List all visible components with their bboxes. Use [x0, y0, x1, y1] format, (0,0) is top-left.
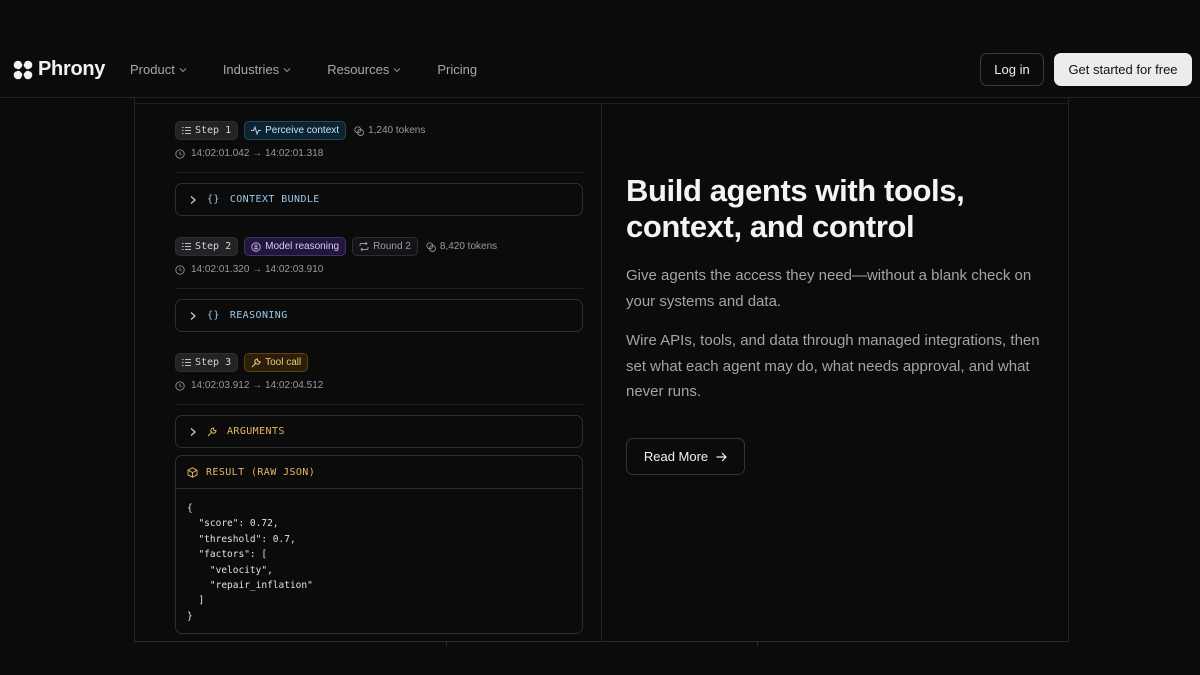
step-2-header: Step 2 Model reasoning Round 2 8,420 tok… — [175, 237, 497, 256]
wrench-icon — [251, 357, 261, 367]
cube-icon — [187, 466, 198, 478]
action-label: Perceive context — [265, 125, 340, 136]
step-3-time: 14:02:03.912 → 14:02:04.512 — [175, 380, 323, 391]
login-button[interactable]: Log in — [980, 53, 1044, 86]
time-range: 14:02:01.042 → 14:02:01.318 — [191, 148, 324, 159]
step-label: Step 2 — [195, 241, 232, 252]
result-label: RESULT (RAW JSON) — [206, 466, 316, 478]
token-count: 1,240 tokens — [354, 125, 425, 136]
section-label: REASONING — [229, 310, 288, 321]
action-badge: Perceive context — [244, 121, 347, 140]
result-header: RESULT (RAW JSON) — [176, 456, 582, 489]
time-range: 14:02:03.912 → 14:02:04.512 — [191, 380, 324, 391]
step-1-time: 14:02:01.042 → 14:02:01.318 — [175, 148, 323, 159]
action-badge: Model reasoning — [244, 237, 347, 256]
clock-icon — [175, 380, 185, 391]
step-badge: Step 3 — [175, 353, 239, 372]
repeat-icon — [359, 242, 369, 251]
read-more-label: Read More — [643, 449, 709, 464]
nav-resources-label: Resources — [327, 62, 390, 77]
brand-name: Phrony — [38, 58, 106, 80]
nav-industries-label: Industries — [222, 62, 280, 77]
nav-pricing[interactable]: Pricing — [437, 62, 477, 77]
braces-icon: {} — [207, 194, 220, 205]
phrony-logo-icon — [12, 58, 34, 81]
activity-icon — [251, 126, 262, 135]
hero-paragraph-1: Give agents the access they need—without… — [626, 267, 1032, 310]
chevron-right-icon — [190, 427, 196, 436]
list-icon — [182, 127, 191, 134]
nav-resources[interactable]: Resources — [327, 62, 401, 77]
context-bundle-toggle[interactable]: {} CONTEXT BUNDLE — [175, 183, 583, 216]
arrow-right-icon — [716, 452, 728, 461]
frame-tick — [757, 641, 758, 647]
panel-divider — [601, 104, 602, 642]
divider — [175, 288, 583, 289]
step-badge: Step 2 — [175, 237, 239, 256]
brand-logo[interactable]: Phrony — [12, 58, 105, 81]
nav-pricing-label: Pricing — [437, 62, 478, 77]
action-label: Model reasoning — [265, 241, 340, 252]
hero-paragraph-2: Wire APIs, tools, and data through manag… — [626, 332, 1040, 400]
time-range: 14:02:01.320 → 14:02:03.910 — [191, 264, 324, 275]
divider — [175, 172, 583, 173]
top-navbar: Phrony Product Industries Resources Pric… — [0, 0, 1200, 98]
coins-icon — [354, 125, 365, 136]
step-1-header: Step 1 Perceive context 1,240 tokens — [175, 121, 425, 140]
chevron-down-icon — [393, 67, 401, 72]
action-label: Tool call — [265, 357, 302, 368]
coins-icon — [426, 241, 436, 252]
token-count: 8,420 tokens — [426, 241, 497, 252]
brain-icon — [251, 241, 261, 252]
step-label: Step 1 — [195, 125, 232, 136]
braces-icon: {} — [207, 310, 220, 321]
step-2-time: 14:02:01.320 → 14:02:03.910 — [175, 264, 323, 275]
list-icon — [182, 359, 191, 366]
chevron-down-icon — [283, 67, 291, 72]
action-badge: Tool call — [244, 353, 309, 372]
clock-icon — [175, 148, 185, 159]
step-3-header: Step 3 Tool call — [175, 353, 309, 372]
result-panel: RESULT (RAW JSON) { "score": 0.72, "thre… — [175, 455, 583, 634]
list-icon — [182, 243, 191, 250]
round-badge: Round 2 — [352, 237, 418, 256]
get-started-button[interactable]: Get started for free — [1054, 53, 1192, 86]
nav-industries[interactable]: Industries — [223, 62, 291, 77]
nav-product[interactable]: Product — [130, 62, 187, 77]
hero-title: Build agents with tools, context, and co… — [626, 173, 965, 244]
section-label: CONTEXT BUNDLE — [229, 194, 320, 205]
read-more-button[interactable]: Read More — [626, 438, 745, 475]
result-json: { "score": 0.72, "threshold": 0.7, "fact… — [187, 503, 313, 622]
arguments-toggle[interactable]: ARGUMENTS — [175, 415, 583, 448]
frame-bottom-border — [134, 641, 1069, 642]
divider — [175, 404, 583, 405]
chevron-right-icon — [190, 311, 196, 320]
nav-product-label: Product — [130, 62, 175, 77]
step-badge: Step 1 — [175, 121, 239, 140]
chevron-right-icon — [190, 195, 196, 204]
wrench-icon — [207, 426, 217, 436]
frame-tick — [446, 641, 447, 647]
section-label: ARGUMENTS — [227, 426, 285, 437]
round-label: Round 2 — [373, 241, 411, 252]
token-count-label: 1,240 tokens — [368, 125, 426, 136]
clock-icon — [175, 264, 185, 275]
chevron-down-icon — [179, 67, 187, 72]
nav-links: Product Industries Resources Pricing — [130, 62, 513, 77]
reasoning-toggle[interactable]: {} REASONING — [175, 299, 583, 332]
token-count-label: 8,420 tokens — [439, 241, 498, 252]
step-label: Step 3 — [195, 357, 232, 368]
